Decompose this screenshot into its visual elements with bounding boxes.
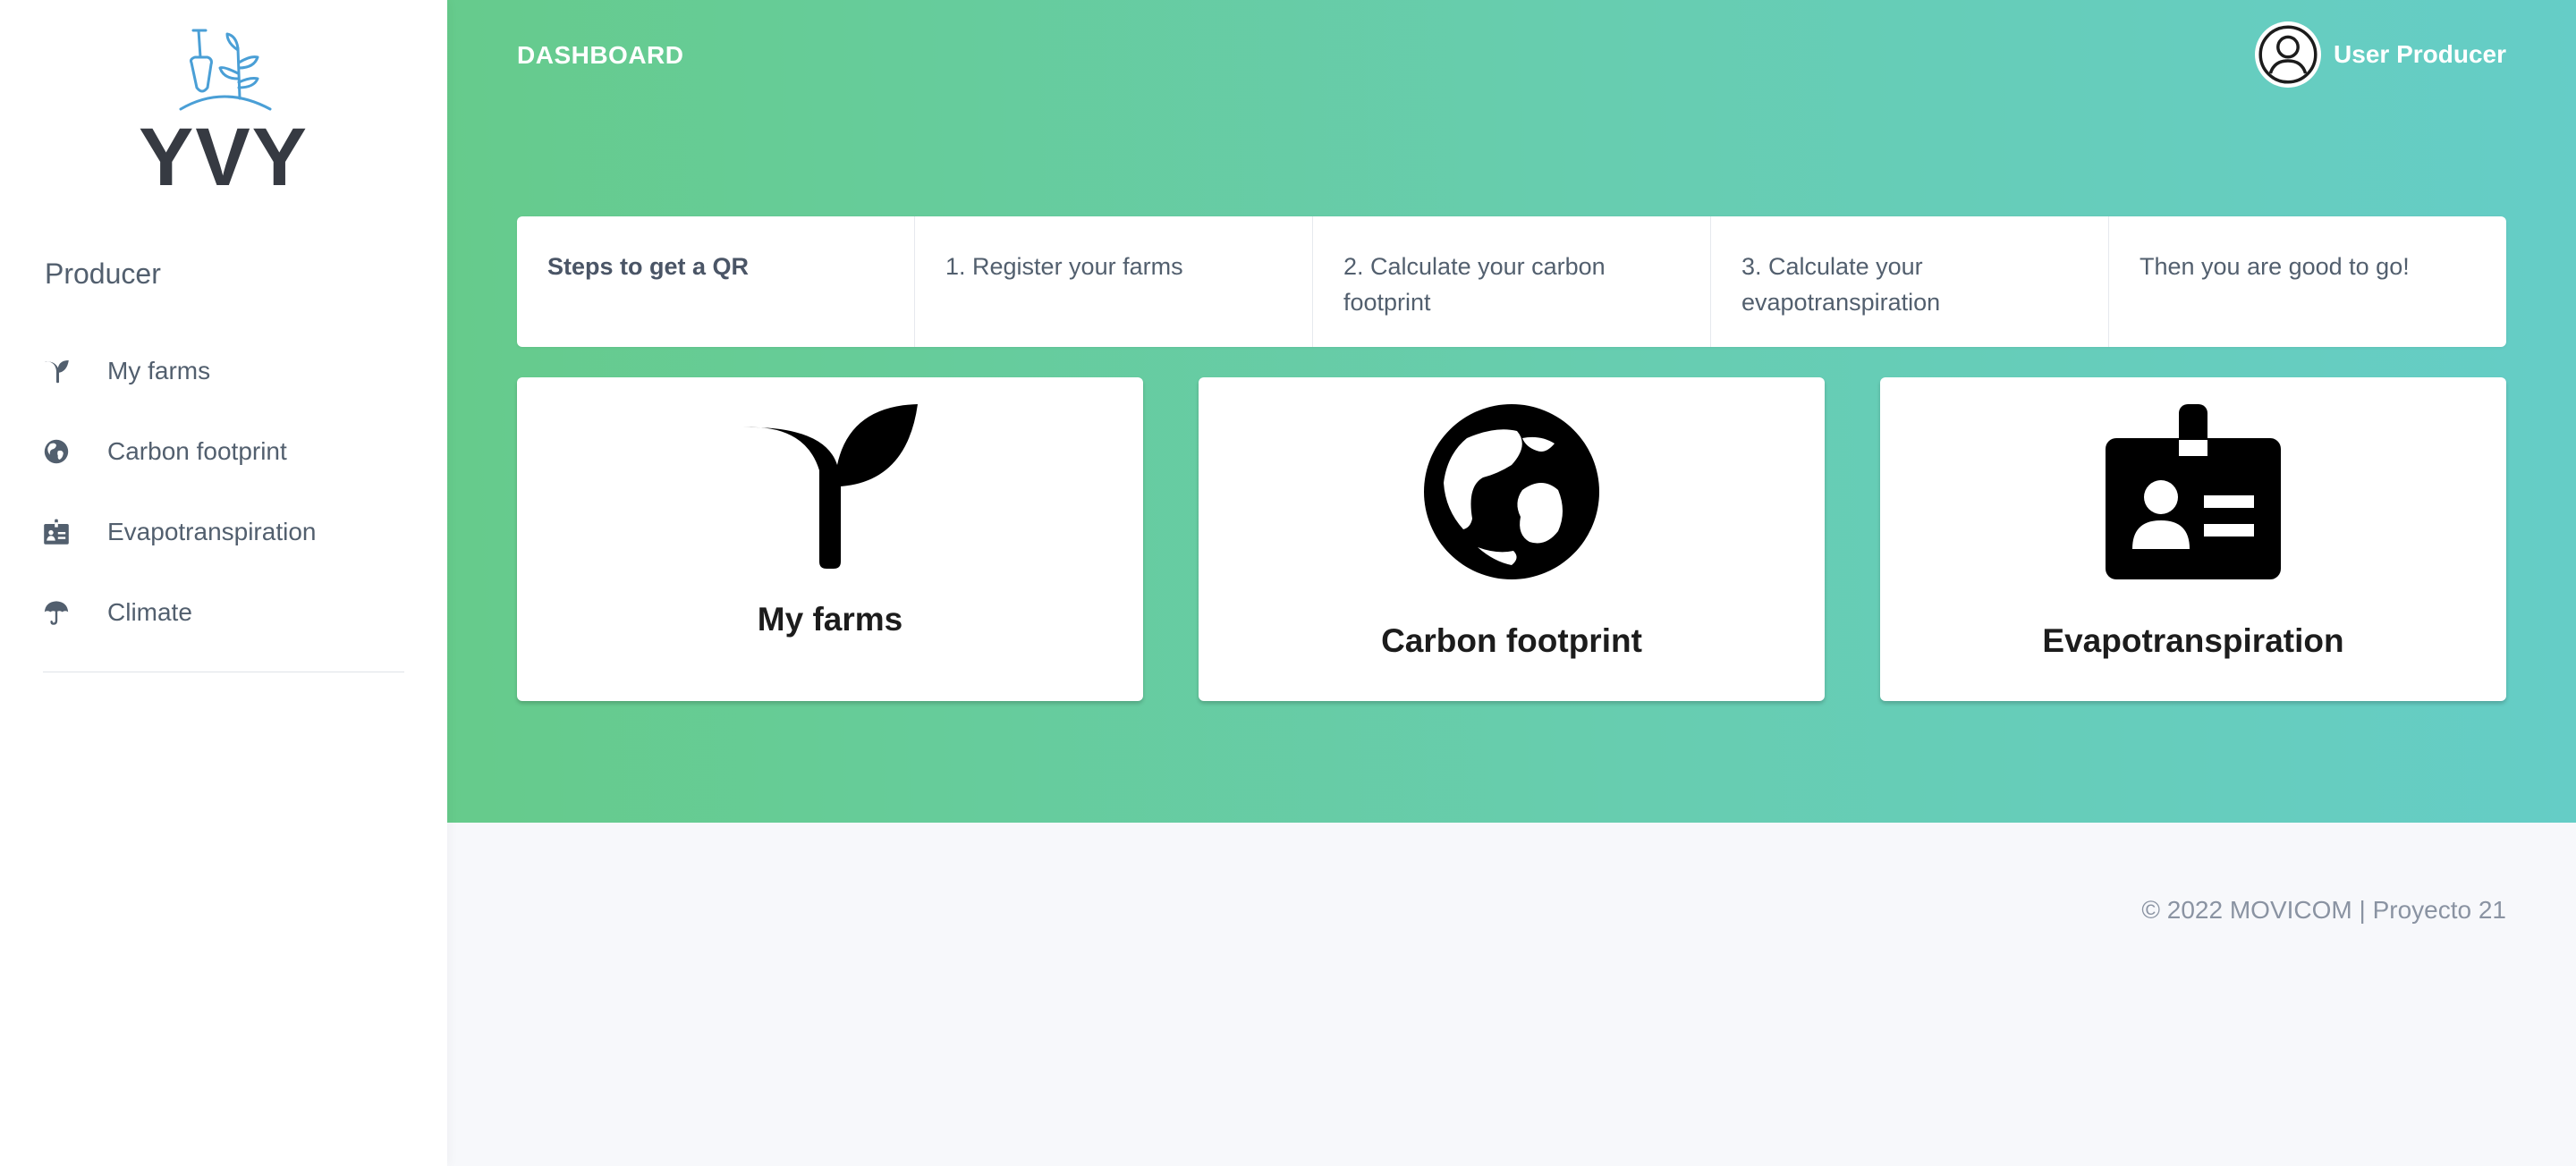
- globe-icon: [41, 436, 72, 467]
- step-done: Then you are good to go!: [2140, 253, 2410, 280]
- step-register-farms: 1. Register your farms: [915, 216, 1313, 347]
- id-badge-icon: [2106, 404, 2281, 579]
- card-evapotranspiration[interactable]: Evapotranspiration: [1880, 377, 2506, 701]
- id-badge-icon: [41, 517, 72, 547]
- user-avatar-icon: [2255, 21, 2322, 88]
- step-carbon-footprint: 2. Calculate your carbon footprint: [1313, 216, 1711, 347]
- user-name: User Producer: [2334, 40, 2506, 68]
- sidebar-item-carbon-footprint[interactable]: Carbon footprint: [0, 411, 447, 492]
- steps-title: Steps to get a QR: [517, 216, 915, 347]
- sidebar-nav: My farms Carbon footprint Evapotranspira…: [0, 331, 447, 653]
- card-my-farms[interactable]: My farms: [517, 377, 1143, 701]
- card-carbon-footprint[interactable]: Carbon footprint: [1199, 377, 1825, 701]
- dashboard-hero: DASHBOARD User Producer Steps to get a Q…: [447, 0, 2576, 823]
- page-title[interactable]: DASHBOARD: [517, 41, 684, 70]
- sidebar-item-label: Climate: [107, 598, 192, 626]
- step-evapotranspiration: 3. Calculate your evapotranspiration: [1711, 216, 2109, 347]
- sidebar-item-climate[interactable]: Climate: [0, 572, 447, 653]
- yvy-logo[interactable]: YVY: [134, 23, 313, 202]
- sidebar-item-evapotranspiration[interactable]: Evapotranspiration: [0, 492, 447, 572]
- shovel-plant-logo-icon: [179, 29, 272, 111]
- feature-cards: My farms Carbon footprint Evapotranspira…: [517, 377, 2506, 701]
- sidebar-item-my-farms[interactable]: My farms: [0, 331, 447, 411]
- logo-text: YVY: [138, 112, 309, 203]
- umbrella-icon: [41, 597, 72, 628]
- sidebar-item-label: My farms: [107, 357, 211, 384]
- sidebar-section-title: Producer: [45, 258, 161, 290]
- footer-copyright: © 2022 MOVICOM | Proyecto 21: [2141, 896, 2506, 924]
- card-title: Carbon footprint: [1381, 622, 1642, 659]
- seedling-icon: [742, 404, 918, 579]
- card-title: Evapotranspiration: [2042, 622, 2344, 659]
- sidebar-item-label: Carbon footprint: [107, 437, 287, 465]
- card-title: My farms: [757, 601, 903, 638]
- user-menu[interactable]: User Producer: [2255, 21, 2506, 88]
- qr-steps-card: Steps to get a QR 1. Register your farms…: [517, 216, 2506, 347]
- sidebar-item-label: Evapotranspiration: [107, 518, 317, 545]
- seedling-icon: [41, 356, 72, 386]
- sidebar: YVY Producer My farms Carbon footprint E…: [0, 0, 447, 1166]
- globe-icon: [1424, 404, 1599, 579]
